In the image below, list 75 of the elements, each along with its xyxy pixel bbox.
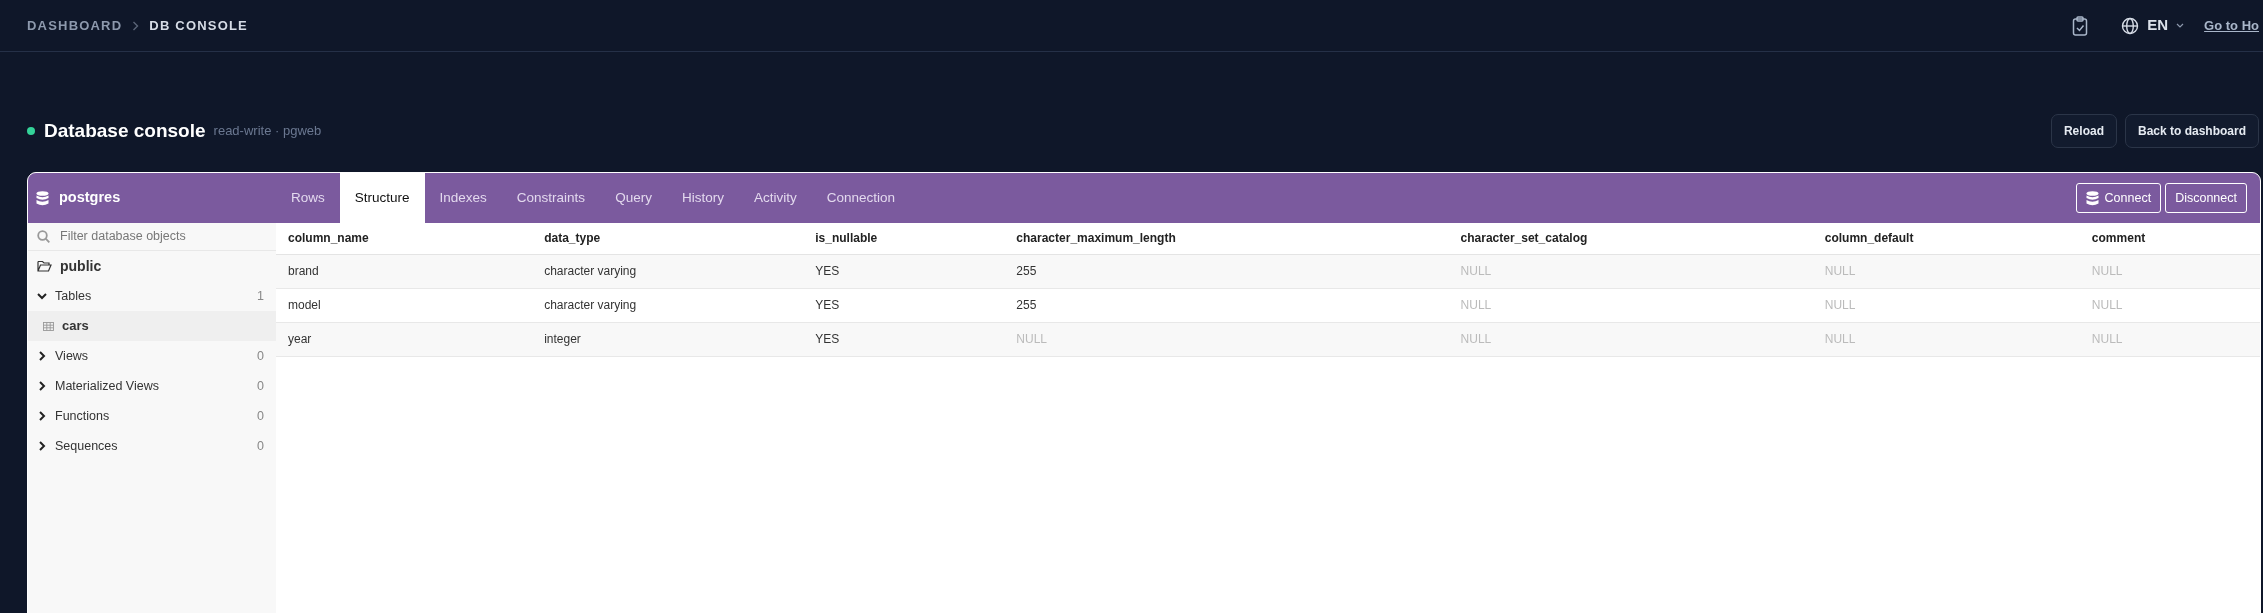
column-header: character_set_catalog: [1448, 223, 1813, 254]
tree-group[interactable]: Functions 0: [28, 401, 276, 431]
group-count: 0: [257, 377, 264, 395]
folder-icon: [37, 260, 52, 272]
table-cell: YES: [803, 288, 1005, 322]
column-header: column_default: [1812, 223, 2080, 254]
group-label: Views: [55, 347, 89, 365]
table-cell: NULL: [1812, 322, 2080, 356]
table-cell: year: [276, 322, 533, 356]
connect-button[interactable]: Connect: [2075, 182, 2162, 214]
table-cell: NULL: [1812, 288, 2080, 322]
table-cell: 255: [1004, 254, 1449, 288]
column-header: data_type: [532, 223, 804, 254]
clipboard-check-icon[interactable]: [2072, 15, 2089, 36]
tab[interactable]: Connection: [811, 173, 910, 223]
table-cell: brand: [276, 254, 533, 288]
table-cell: NULL: [2079, 288, 2260, 322]
tab[interactable]: Indexes: [424, 173, 502, 223]
table-cell: YES: [803, 322, 1005, 356]
table-cell: NULL: [1812, 254, 2080, 288]
page-title: Database console: [44, 118, 206, 143]
tree-item[interactable]: cars: [28, 311, 276, 341]
tree-group[interactable]: Tables 1: [28, 281, 276, 311]
table-cell: 255: [1004, 288, 1449, 322]
group-count: 0: [257, 347, 264, 365]
tab[interactable]: Activity: [738, 173, 812, 223]
column-header: column_name: [276, 223, 533, 254]
search-icon: [37, 230, 50, 243]
table-icon: [43, 321, 54, 331]
schema-name: public: [60, 256, 102, 276]
tab[interactable]: Query: [600, 173, 667, 223]
table-cell: model: [276, 288, 533, 322]
back-button[interactable]: Back to dashboard: [2124, 114, 2259, 148]
disconnect-button[interactable]: Disconnect: [2165, 182, 2247, 214]
tab[interactable]: Structure: [339, 173, 425, 223]
tree-group[interactable]: Materialized Views 0: [28, 371, 276, 401]
table-cell: character varying: [532, 254, 804, 288]
database-icon: [2085, 190, 2099, 206]
table-cell: NULL: [1004, 322, 1449, 356]
filter-field[interactable]: Filter database objects: [58, 226, 258, 247]
table-cell: NULL: [2079, 254, 2260, 288]
database-name: postgres: [59, 188, 121, 208]
group-count: 0: [257, 407, 264, 425]
group-label: Functions: [55, 407, 110, 425]
table-cell: NULL: [2079, 322, 2260, 356]
globe-icon[interactable]: [2121, 16, 2140, 35]
tab[interactable]: Rows: [276, 173, 340, 223]
reload-button[interactable]: Reload: [2050, 114, 2117, 148]
tree-group[interactable]: Sequences 0: [28, 431, 276, 461]
group-label: Sequences: [55, 437, 118, 455]
tab[interactable]: Constraints: [501, 173, 601, 223]
column-header: character_maximum_length: [1004, 223, 1449, 254]
page-subtitle: read-write · pgweb: [213, 122, 322, 141]
language-selector[interactable]: EN: [2147, 14, 2169, 37]
chevron-down-icon[interactable]: [2176, 22, 2185, 29]
table-cell: NULL: [1448, 254, 1813, 288]
table-cell: NULL: [1448, 288, 1813, 322]
database-icon: [36, 190, 49, 206]
table-cell: NULL: [1448, 322, 1813, 356]
group-count: 0: [257, 437, 264, 455]
column-header: comment: [2079, 223, 2260, 254]
tree-group[interactable]: Views 0: [28, 341, 276, 371]
breadcrumb-current: DB CONSOLE: [149, 16, 248, 35]
chevron-right-icon: [132, 20, 140, 31]
item-label: cars: [62, 317, 89, 336]
tab[interactable]: History: [666, 173, 739, 223]
breadcrumb-link[interactable]: DASHBOARD: [27, 15, 123, 36]
group-label: Materialized Views: [55, 377, 159, 395]
table-cell: character varying: [532, 288, 804, 322]
table-cell: integer: [532, 322, 804, 356]
group-label: Tables: [55, 287, 92, 305]
column-header: is_nullable: [803, 223, 1005, 254]
group-count: 1: [257, 287, 264, 305]
table-cell: YES: [803, 254, 1005, 288]
home-link[interactable]: Go to Ho: [2204, 15, 2259, 36]
